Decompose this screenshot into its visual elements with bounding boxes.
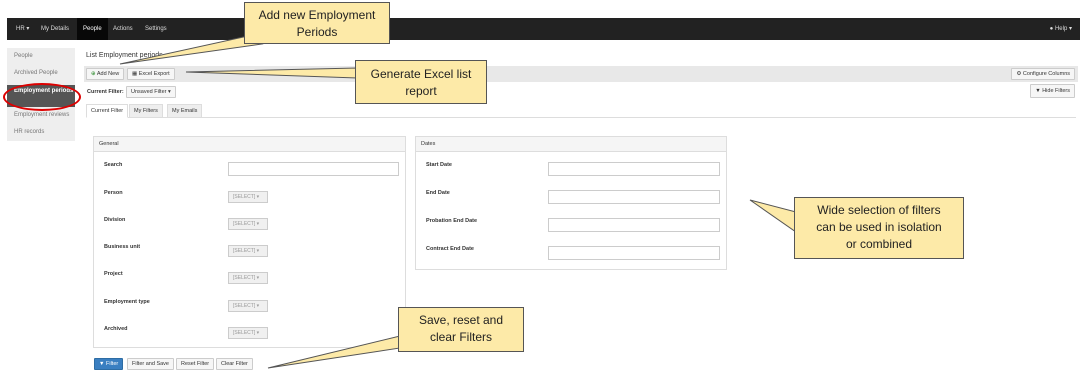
callout-save: Save, reset and clear Filters	[398, 307, 524, 352]
callout-add-new: Add new Employment Periods	[244, 2, 390, 44]
callout-excel: Generate Excel list report	[355, 60, 487, 104]
callout-filters: Wide selection of filters can be used in…	[794, 197, 964, 259]
excel-pointer	[185, 67, 358, 79]
callout-pointers	[119, 35, 797, 369]
add-new-pointer	[119, 35, 264, 65]
save-pointer	[267, 335, 401, 369]
filters-pointer	[749, 199, 797, 233]
